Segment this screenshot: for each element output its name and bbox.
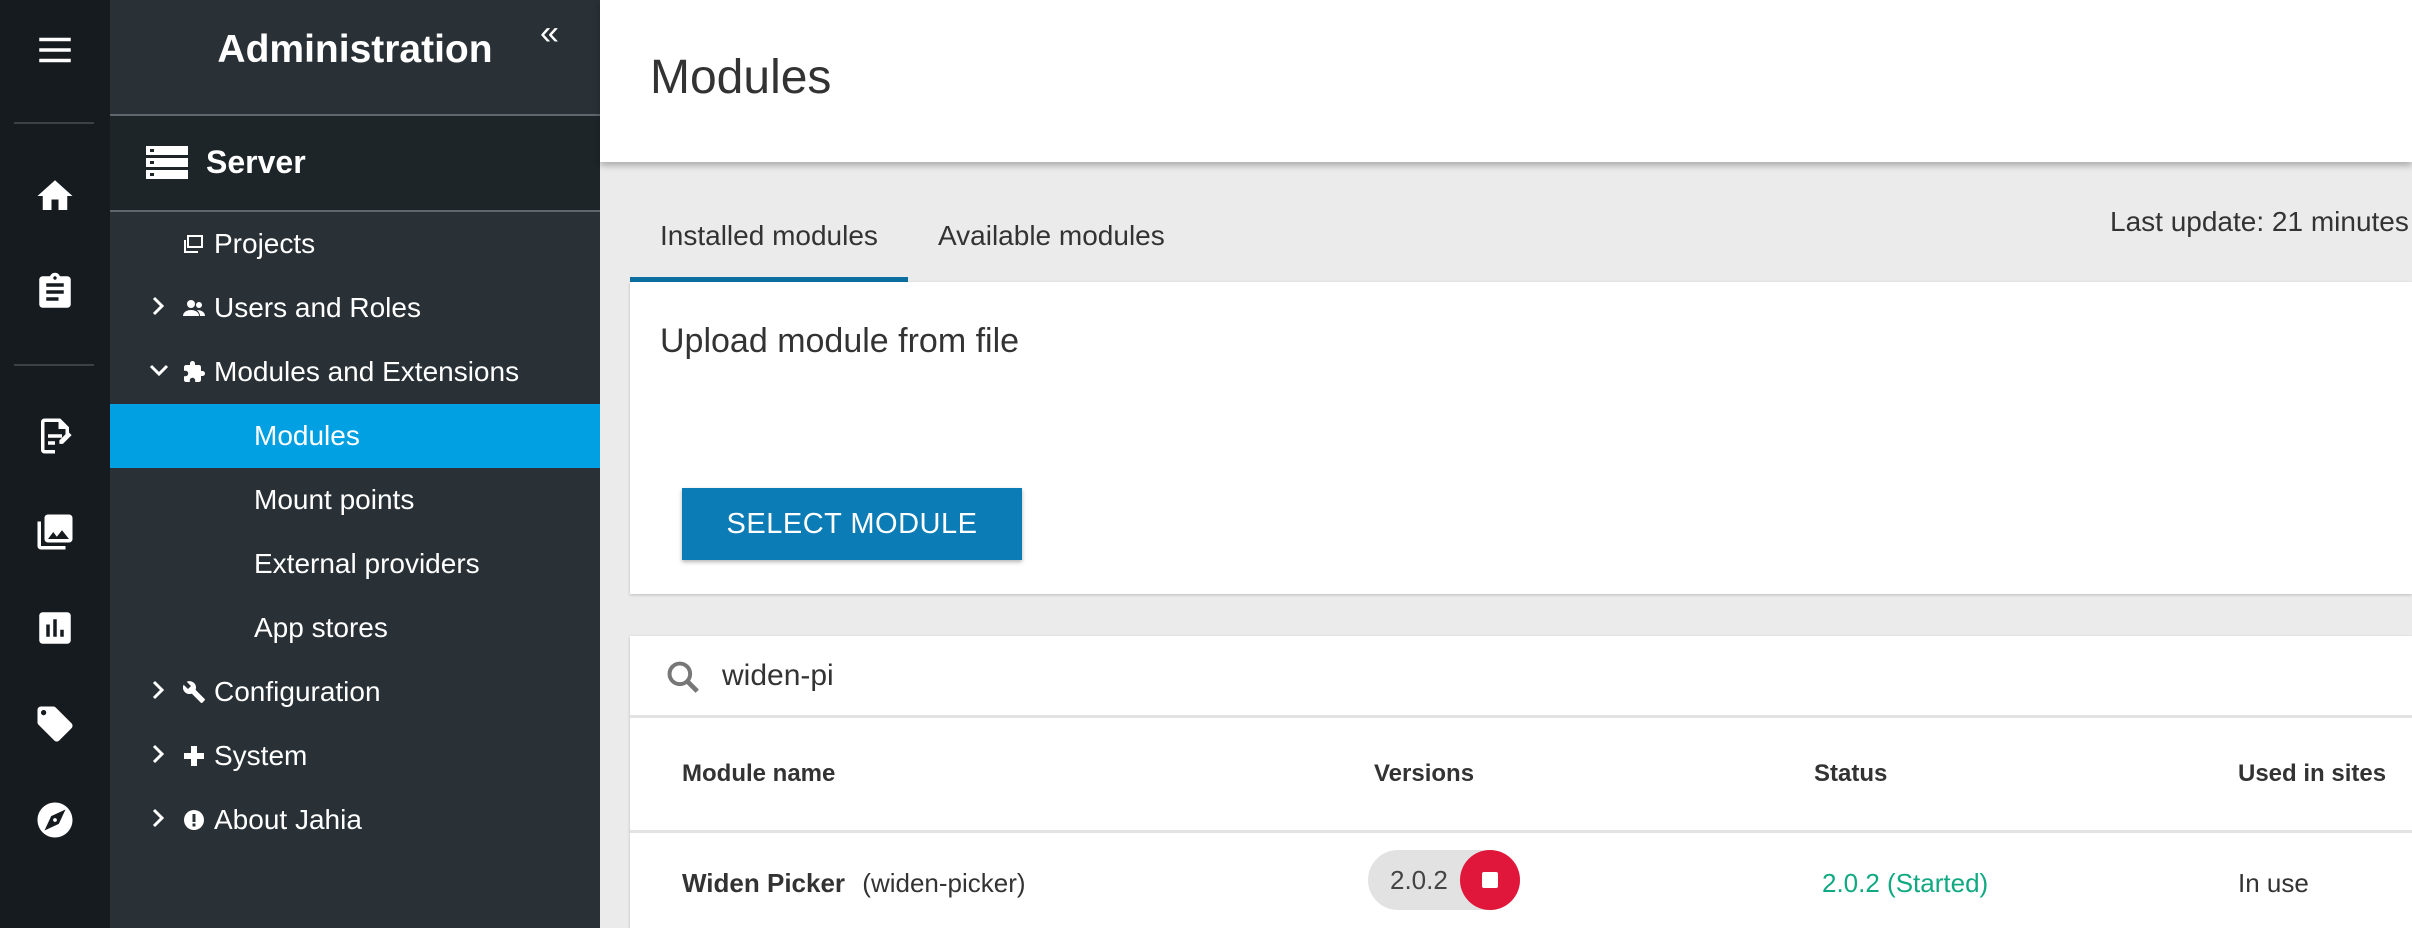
tab-installed-modules[interactable]: Installed modules [630, 200, 908, 282]
puzzle-icon [184, 361, 205, 382]
chevron-right-icon [152, 808, 165, 828]
sidebar-item-label: System [214, 740, 308, 771]
sidebar-item-label: External providers [254, 548, 480, 579]
compass-icon[interactable] [25, 790, 85, 850]
users-icon [183, 300, 205, 316]
upload-title: Upload module from file [660, 322, 1020, 360]
sidebar-item-system[interactable]: System [110, 724, 600, 788]
sidebar-item-label: Modules and Extensions [214, 356, 520, 387]
chevron-right-icon [152, 744, 165, 764]
upload-module-card: Upload module from file SELECT MODULE [630, 282, 2412, 594]
bar-chart-icon[interactable] [25, 598, 85, 658]
page-header: Modules [600, 0, 2412, 162]
search-bar [630, 636, 2412, 718]
chevron-down-icon [149, 364, 169, 377]
column-header-module-name[interactable]: Module name [682, 760, 835, 788]
sidebar-item-external-providers[interactable]: External providers [110, 532, 600, 596]
sidebar-item-configuration[interactable]: Configuration [110, 660, 600, 724]
tab-label: Available modules [938, 220, 1165, 251]
projects-icon [184, 235, 203, 253]
sidebar-item-label: Modules [254, 420, 360, 451]
last-update-text: Last update: 21 minutes [2110, 206, 2409, 237]
sidebar-item-projects[interactable]: Projects [110, 212, 600, 276]
module-status[interactable]: 2.0.2 (Started) [1822, 868, 1988, 899]
admin-sidebar: Administration « Server Projects Users a… [110, 0, 600, 928]
sidebar-item-app-stores[interactable]: App stores [110, 596, 600, 660]
version-label: 2.0.2 [1390, 865, 1448, 895]
document-edit-icon[interactable] [25, 406, 85, 466]
sidebar-item-label: App stores [254, 612, 388, 643]
version-chip[interactable]: 2.0.2 [1368, 850, 1520, 910]
chevron-right-icon [152, 296, 165, 316]
table-header-divider [630, 830, 2412, 833]
rail-divider [14, 364, 94, 366]
home-icon[interactable] [25, 166, 85, 226]
column-header-status[interactable]: Status [1814, 760, 1887, 788]
image-gallery-icon[interactable] [25, 502, 85, 562]
column-header-versions[interactable]: Versions [1374, 760, 1474, 788]
select-module-button[interactable]: SELECT MODULE [682, 488, 1022, 560]
plus-icon [184, 746, 204, 766]
app-rail [0, 0, 110, 928]
clipboard-icon[interactable] [25, 262, 85, 322]
sidebar-item-mount-points[interactable]: Mount points [110, 468, 600, 532]
tab-label: Installed modules [660, 220, 878, 251]
sidebar-item-label: Configuration [214, 676, 381, 707]
sidebar-item-modules[interactable]: Modules [110, 404, 600, 468]
server-section[interactable]: Server [110, 116, 600, 210]
sidebar-item-label: Mount points [254, 484, 415, 515]
server-label: Server [206, 144, 306, 180]
search-input[interactable] [720, 654, 1520, 698]
sidebar-item-modules-and-extensions[interactable]: Modules and Extensions [110, 340, 600, 404]
collapse-sidebar-icon[interactable]: « [540, 14, 559, 53]
sidebar-item-label: About Jahia [214, 804, 362, 835]
column-header-used-in-sites[interactable]: Used in sites [2238, 760, 2386, 788]
module-name: Widen Picker [682, 868, 846, 898]
stop-icon [1482, 872, 1498, 888]
search-icon [667, 661, 699, 693]
info-icon [184, 810, 204, 830]
tag-icon[interactable] [25, 694, 85, 754]
menu-icon[interactable] [25, 20, 85, 80]
rail-divider [14, 122, 94, 124]
module-list-card: Module name Versions Status Used in site… [630, 636, 2412, 928]
sidebar-item-label: Users and Roles [214, 292, 421, 323]
chevron-right-icon [152, 680, 165, 700]
page-title: Modules [650, 51, 832, 104]
used-in-sites-value: In use [2238, 868, 2309, 898]
sidebar-item-users-and-roles[interactable]: Users and Roles [110, 276, 600, 340]
server-icon [146, 146, 188, 179]
module-id: (widen-picker) [862, 868, 1026, 898]
sidebar-item-about-jahia[interactable]: About Jahia [110, 788, 600, 852]
tab-available-modules[interactable]: Available modules [908, 200, 1188, 282]
sidebar-item-label: Projects [214, 228, 316, 259]
module-name-cell[interactable]: Widen Picker (widen-picker) [682, 868, 1026, 899]
main-content: Modules Installed modules Available modu… [600, 0, 2412, 928]
wrench-icon [182, 681, 205, 703]
stop-module-button[interactable] [1460, 850, 1520, 910]
sidebar-title: Administration [217, 28, 493, 71]
